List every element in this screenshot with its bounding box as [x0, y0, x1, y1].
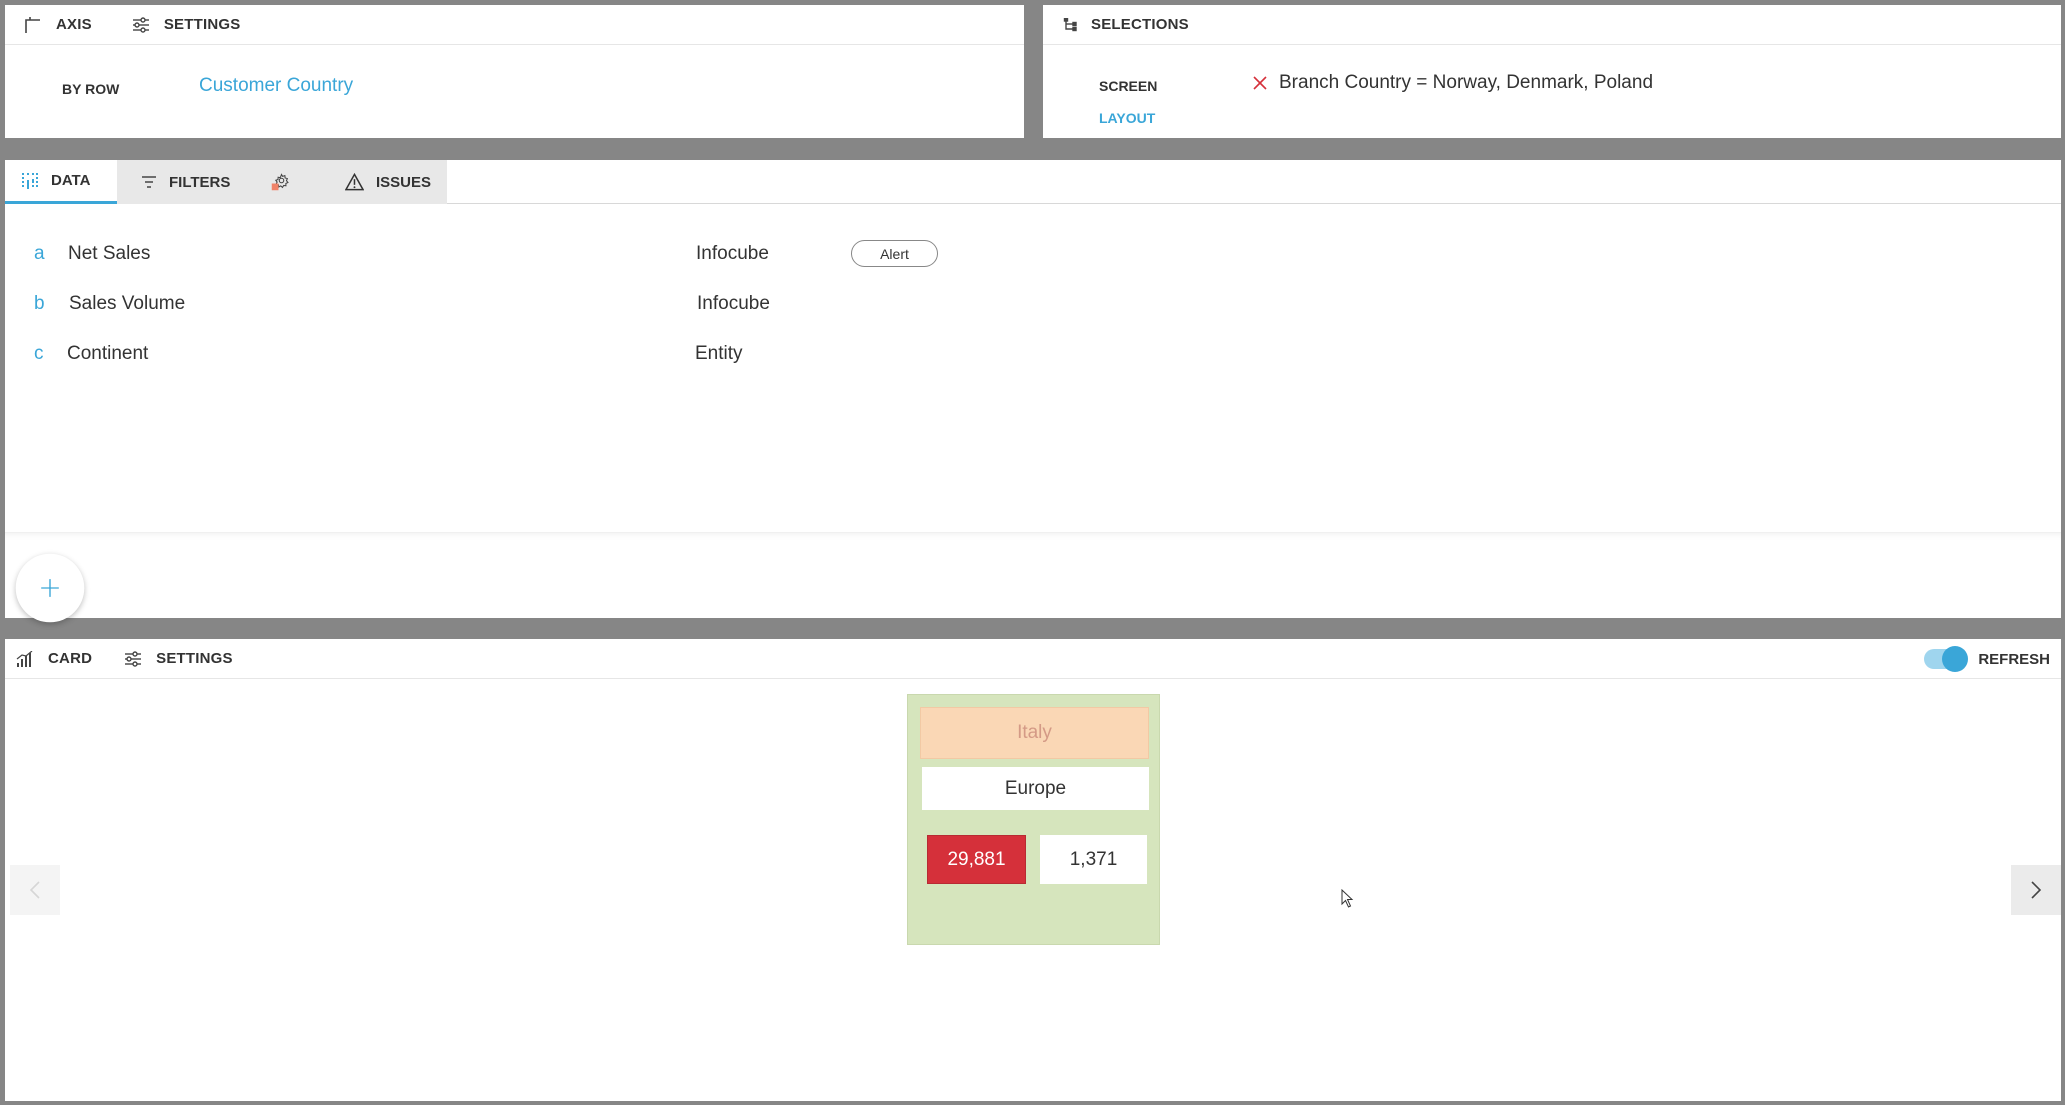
row-name: Continent: [67, 343, 149, 364]
tab-data-label: DATA: [51, 172, 91, 189]
gear-badge-icon: [271, 173, 289, 191]
selections-tab[interactable]: SELECTIONS: [1063, 16, 1189, 33]
axis-panel: AXIS SETTINGS BY ROW Customer Country: [5, 5, 1024, 138]
tab-filters[interactable]: FILTERS: [117, 160, 257, 204]
tab-gear[interactable]: [257, 160, 317, 204]
data-panel: DATA FILTERS ISSUES a Net Sales Infocube…: [5, 160, 2061, 623]
screen-tab[interactable]: SCREEN: [1099, 78, 1157, 94]
row-name: Sales Volume: [69, 293, 186, 314]
filter-icon: [142, 176, 156, 188]
prev-button[interactable]: [10, 865, 60, 915]
row-source: Infocube: [697, 293, 770, 314]
by-row-label: BY ROW: [62, 81, 120, 97]
data-row-c[interactable]: c Continent Entity: [5, 343, 2061, 373]
chevron-right-icon: [2031, 881, 2042, 899]
refresh-label: REFRESH: [1978, 650, 2050, 668]
axis-panel-header: AXIS SETTINGS: [5, 5, 1024, 45]
card-tab[interactable]: CARD: [16, 650, 92, 667]
selections-panel-header: SELECTIONS: [1043, 5, 2061, 45]
by-row-value-link[interactable]: Customer Country: [199, 75, 353, 97]
axis-icon: [25, 16, 40, 33]
sliders-icon: [125, 650, 142, 667]
layout-tab[interactable]: LAYOUT: [1099, 110, 1155, 126]
card-subtitle: Europe: [922, 767, 1149, 810]
selections-panel: SELECTIONS SCREEN LAYOUT Branch Country …: [1043, 5, 2061, 138]
refresh-toggle[interactable]: [1924, 646, 1969, 672]
warning-icon: [345, 173, 364, 191]
card-label: CARD: [48, 650, 93, 667]
data-row-a[interactable]: a Net Sales Infocube Alert: [5, 240, 2061, 273]
tab-filters-label: FILTERS: [169, 173, 231, 191]
card-title: Italy: [920, 707, 1149, 759]
bar-chart-icon: [16, 650, 33, 667]
card-sales-volume-value: 1,371: [1040, 835, 1147, 884]
row-source: Infocube: [696, 243, 769, 264]
row-name: Net Sales: [68, 243, 151, 264]
tab-data[interactable]: DATA: [5, 160, 117, 204]
country-card[interactable]: Italy Europe 29,881 1,371: [907, 694, 1160, 945]
card-panel-header: CARD SETTINGS: [5, 639, 2061, 679]
row-letter: a: [34, 243, 45, 264]
tab-issues-label: ISSUES: [375, 173, 431, 191]
row-source: Entity: [695, 343, 743, 364]
add-button[interactable]: [15, 553, 85, 623]
card-settings-label: SETTINGS: [156, 650, 233, 667]
axis-label: AXIS: [56, 16, 92, 33]
axis-settings-tab[interactable]: SETTINGS: [132, 16, 241, 33]
data-tabbar: DATA FILTERS ISSUES: [5, 160, 447, 204]
next-button[interactable]: [2011, 865, 2061, 915]
sliders-icon: [132, 16, 149, 33]
axis-tab[interactable]: AXIS: [24, 16, 92, 33]
mouse-cursor-icon: [1341, 889, 1354, 908]
data-row-b[interactable]: b Sales Volume Infocube: [5, 293, 2061, 323]
card-net-sales-value: 29,881: [927, 835, 1026, 884]
chevron-left-icon: [29, 881, 40, 899]
card-panel: CARD SETTINGS REFRESH Italy Europe 29,88…: [5, 639, 2061, 1101]
row-letter: c: [34, 343, 44, 364]
data-grid-icon: [22, 172, 38, 189]
add-zone: [5, 532, 2061, 618]
toggle-knob: [1942, 646, 1969, 672]
card-settings-tab[interactable]: SETTINGS: [124, 650, 233, 667]
selections-title: SELECTIONS: [1091, 16, 1189, 33]
row-letter: b: [34, 293, 45, 314]
tree-icon: [1063, 17, 1077, 31]
alert-button[interactable]: Alert: [851, 240, 938, 267]
tab-issues[interactable]: ISSUES: [317, 160, 447, 204]
selection-text: Branch Country = Norway, Denmark, Poland: [1279, 72, 1654, 93]
axis-settings-label: SETTINGS: [163, 16, 241, 33]
plus-icon: [41, 579, 59, 597]
refresh-control: REFRESH: [1924, 646, 2050, 672]
remove-selection-icon[interactable]: [1253, 76, 1267, 90]
